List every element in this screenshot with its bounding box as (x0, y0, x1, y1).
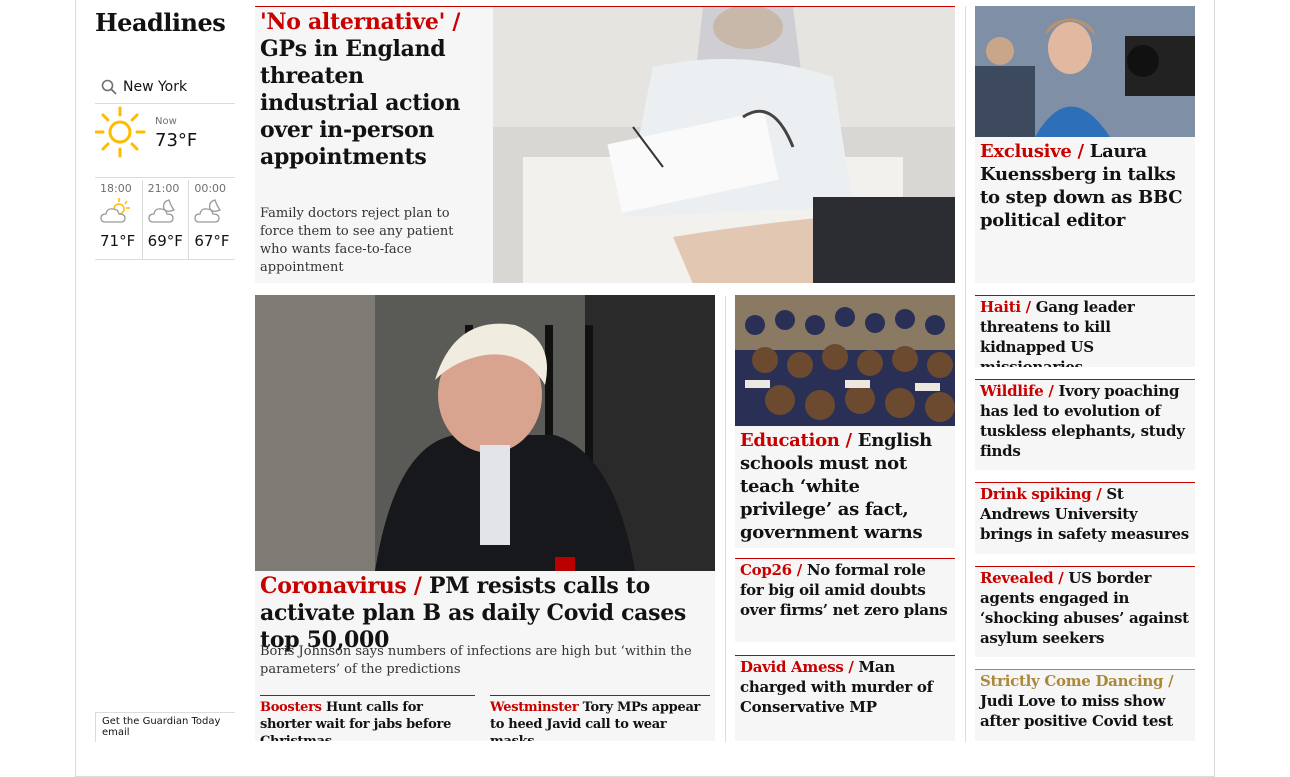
story-kicker: Revealed / (980, 569, 1064, 587)
story-card-top[interactable]: 'No alternative' / GPs in England threat… (255, 6, 955, 283)
story-image-doctor-blood-pressure (493, 7, 955, 283)
story-kicker: Drink spiking / (980, 485, 1102, 503)
sublink-kicker: Westminster (490, 700, 579, 715)
email-signup-link[interactable]: Get the Guardian Today email (95, 712, 235, 742)
sublink-kicker: Boosters (260, 700, 322, 715)
cloudy-night-icon (148, 199, 175, 223)
story-headline[interactable]: Drink spiking / St Andrews University br… (980, 484, 1194, 544)
story-card-haiti[interactable]: Haiti / Gang leader threatens to kill ki… (975, 295, 1195, 367)
story-standfirst: Family doctors reject plan to force them… (260, 206, 454, 275)
column-divider (965, 6, 966, 742)
weather-now: Now 73°F (95, 106, 235, 178)
forecast-time: 21:00 (147, 182, 180, 195)
story-card-coronavirus[interactable]: Coronavirus / PM resists calls to activa… (255, 295, 715, 741)
story-image-boris-johnson (255, 295, 715, 571)
forecast-slot: 21:00 69°F (141, 180, 189, 260)
story-card-revealed[interactable]: Revealed / US border agents engaged in ‘… (975, 566, 1195, 657)
story-headline[interactable]: David Amess / Man charged with murder of… (740, 657, 952, 717)
section-title: Headlines (95, 8, 226, 37)
story-headline[interactable]: Wildlife / Ivory poaching has led to evo… (980, 381, 1192, 461)
story-kicker: Haiti / (980, 298, 1031, 316)
weather-now-label: Now (155, 116, 177, 127)
story-kicker: Strictly Come Dancing / (980, 672, 1174, 690)
story-headline[interactable]: Cop26 / No formal role for big oil amid … (740, 560, 952, 620)
story-card-strictly[interactable]: Strictly Come Dancing / Judi Love to mis… (975, 669, 1195, 741)
sublink[interactable]: Westminster Tory MPs appear to heed Javi… (490, 695, 710, 741)
forecast-temp: 71°F (100, 232, 136, 250)
weather-forecast: 18:00 71°F 21:00 69°F 00:00 67°F (95, 180, 235, 260)
story-headline[interactable]: Strictly Come Dancing / Judi Love to mis… (980, 671, 1192, 731)
story-headline[interactable]: 'No alternative' / GPs in England threat… (260, 9, 485, 171)
forecast-temp: 67°F (194, 232, 230, 250)
forecast-slot: 00:00 67°F (188, 180, 235, 260)
story-image-school-pupils (735, 295, 955, 426)
story-headline[interactable]: Revealed / US border agents engaged in ‘… (980, 568, 1192, 648)
story-image-kuenssberg (975, 6, 1195, 137)
story-kicker: Cop26 / (740, 561, 802, 579)
sublink[interactable]: Boosters Hunt calls for shorter wait for… (260, 695, 475, 741)
cloudy-night-icon (194, 199, 222, 223)
search-icon (101, 79, 117, 95)
story-card-drink-spiking[interactable]: Drink spiking / St Andrews University br… (975, 482, 1195, 554)
weather-location: New York (123, 78, 188, 95)
forecast-time: 18:00 (100, 182, 132, 195)
column-divider (725, 296, 726, 742)
left-column: Headlines New York Now 73°F 18:00 71°F 2… (95, 0, 235, 777)
story-headline[interactable]: Haiti / Gang leader threatens to kill ki… (980, 297, 1194, 367)
forecast-temp: 69°F (147, 232, 183, 250)
story-standfirst: Boris Johnson says numbers of infections… (260, 644, 692, 677)
story-card-wildlife[interactable]: Wildlife / Ivory poaching has led to evo… (975, 379, 1195, 470)
story-headline-text: GPs in England threaten industrial actio… (260, 36, 461, 170)
story-headline[interactable]: Education / English schools must not tea… (740, 429, 952, 544)
story-kicker: David Amess / (740, 658, 854, 676)
weather-location-search[interactable]: New York (95, 70, 235, 104)
story-kicker: Coronavirus / (260, 573, 422, 599)
story-kicker: Education / (740, 430, 852, 451)
story-kicker: 'No alternative' / (260, 9, 461, 35)
story-headline[interactable]: Exclusive / Laura Kuenssberg in talks to… (980, 140, 1192, 232)
weather-now-temp: 73°F (155, 130, 198, 151)
partly-cloudy-sun-icon (100, 198, 130, 223)
story-card-kuenssberg[interactable]: Exclusive / Laura Kuenssberg in talks to… (975, 6, 1195, 283)
story-headline[interactable]: Coronavirus / PM resists calls to activa… (260, 573, 712, 654)
story-card-amess[interactable]: David Amess / Man charged with murder of… (735, 655, 955, 741)
story-kicker: Wildlife / (980, 382, 1054, 400)
sun-icon (95, 106, 146, 158)
forecast-time: 00:00 (194, 182, 227, 195)
forecast-slot: 18:00 71°F (95, 180, 142, 260)
story-headline-text: Judi Love to miss show after positive Co… (980, 692, 1173, 730)
story-card-education[interactable]: Education / English schools must not tea… (735, 295, 955, 548)
story-kicker: Exclusive / (980, 141, 1084, 162)
story-card-cop26[interactable]: Cop26 / No formal role for big oil amid … (735, 558, 955, 642)
